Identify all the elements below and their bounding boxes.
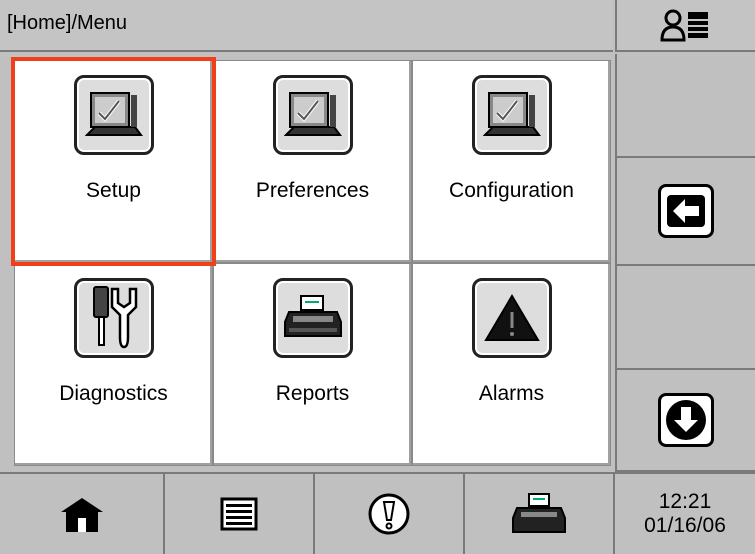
print-button[interactable] xyxy=(465,472,615,554)
tile-label: Alarms xyxy=(478,382,545,405)
monitor-check-icon xyxy=(272,75,353,155)
list-icon xyxy=(220,497,258,531)
side-blank-top xyxy=(615,54,755,158)
user-list-icon xyxy=(660,9,708,42)
tile-configuration[interactable]: Configuration xyxy=(412,60,611,263)
list-button[interactable] xyxy=(165,472,315,554)
tile-label: Configuration xyxy=(449,179,574,202)
clock-time: 12:21 xyxy=(658,490,712,513)
alert-button[interactable] xyxy=(315,472,465,554)
alert-icon xyxy=(368,493,410,535)
bottom-bar: 12:21 01/16/06 xyxy=(0,472,755,554)
clock-date: 01/16/06 xyxy=(644,514,726,537)
side-blank-middle xyxy=(615,266,755,370)
tools-icon xyxy=(73,278,154,358)
screen: [Home]/Menu Setup Preferences Configurat… xyxy=(0,0,755,554)
monitor-check-icon xyxy=(471,75,552,155)
tile-setup[interactable]: Setup xyxy=(11,57,216,266)
down-arrow-icon xyxy=(658,393,714,447)
monitor-check-icon xyxy=(73,75,154,155)
tile-label: Preferences xyxy=(255,179,370,202)
back-button[interactable] xyxy=(615,158,755,266)
tile-reports[interactable]: Reports xyxy=(213,263,412,466)
breadcrumb: [Home]/Menu xyxy=(7,12,128,34)
tile-alarms[interactable]: Alarms xyxy=(412,263,611,466)
tile-diagnostics[interactable]: Diagnostics xyxy=(14,263,213,466)
printer-icon xyxy=(512,493,566,533)
menu-grid: Setup Preferences Configuration Diagnost… xyxy=(11,57,611,466)
clock-display: 12:21 01/16/06 xyxy=(615,472,755,554)
home-button[interactable] xyxy=(0,472,165,554)
tile-label: Reports xyxy=(275,382,350,405)
printer-icon xyxy=(272,278,353,358)
tile-label: Diagnostics xyxy=(59,382,168,405)
home-icon xyxy=(60,498,103,532)
user-button[interactable] xyxy=(615,0,755,52)
warning-icon xyxy=(471,278,552,358)
tile-preferences[interactable]: Preferences xyxy=(213,60,412,263)
back-arrow-icon xyxy=(658,184,714,238)
header-bar: [Home]/Menu xyxy=(0,0,613,52)
down-button[interactable] xyxy=(615,370,755,472)
tile-label: Setup xyxy=(86,179,141,202)
